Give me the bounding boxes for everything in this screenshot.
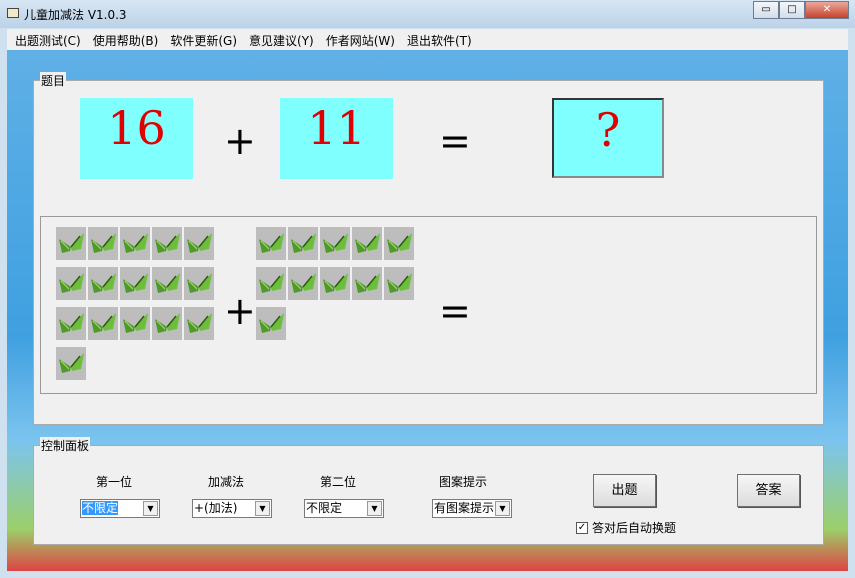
question-panel: 题目 16 + 11 = ? + = xyxy=(33,72,824,425)
menu-bar: 出题测试(C) 使用帮助(B) 软件更新(G) 意见建议(Y) 作者网站(W) … xyxy=(7,29,848,50)
butterfly-icon xyxy=(288,267,318,300)
butterfly-icon xyxy=(256,227,286,260)
butterfly-icon xyxy=(352,227,382,260)
dropdown-arrow-icon[interactable]: ▼ xyxy=(143,501,158,516)
butterfly-icon xyxy=(88,227,118,260)
menu-help[interactable]: 使用帮助(B) xyxy=(87,29,165,50)
butterfly-icon xyxy=(120,227,150,260)
first-digit-value: 不限定 xyxy=(82,501,119,515)
dropdown-arrow-icon[interactable]: ▼ xyxy=(367,501,382,516)
operation-label: 加减法 xyxy=(208,475,245,489)
butterfly-icon xyxy=(56,307,86,340)
generate-question-button[interactable]: 出题 xyxy=(593,474,656,507)
menu-quiz[interactable]: 出题测试(C) xyxy=(9,29,87,50)
second-digit-select[interactable]: 不限定 ▼ xyxy=(304,499,384,518)
butterfly-icon xyxy=(152,307,182,340)
butterfly-icon xyxy=(184,307,214,340)
maximize-button[interactable]: □ xyxy=(779,1,805,19)
title-bar: 儿童加减法 V1.0.3 ▭ □ ✕ xyxy=(0,0,855,28)
equals-sign: = xyxy=(439,119,471,163)
menu-website[interactable]: 作者网站(W) xyxy=(320,29,401,50)
first-number: 16 xyxy=(80,98,193,179)
show-answer-button[interactable]: 答案 xyxy=(737,474,800,507)
butterfly-icon xyxy=(320,227,350,260)
butterfly-icon xyxy=(184,227,214,260)
checkmark-icon[interactable]: ✓ xyxy=(576,521,588,534)
picture-hint-value: 有图案提示 xyxy=(434,501,495,515)
butterfly-icon xyxy=(384,267,414,300)
butterfly-icon xyxy=(56,227,86,260)
auto-next-label: 答对后自动换题 xyxy=(592,521,677,535)
menu-exit[interactable]: 退出软件(T) xyxy=(401,29,478,50)
second-digit-value: 不限定 xyxy=(306,501,343,515)
dropdown-arrow-icon[interactable]: ▼ xyxy=(255,501,270,516)
control-panel: 控制面板 第一位 不限定 ▼ 加减法 +(加法) ▼ 第二位 不限定 ▼ 图案提示 有… xyxy=(33,437,824,545)
first-digit-label: 第一位 xyxy=(96,475,133,489)
close-button[interactable]: ✕ xyxy=(805,1,849,19)
menu-update[interactable]: 软件更新(G) xyxy=(164,29,243,50)
butterfly-icon xyxy=(120,307,150,340)
butterfly-icon xyxy=(256,307,286,340)
second-digit-label: 第二位 xyxy=(320,475,357,489)
picture-operator: + xyxy=(224,289,256,333)
first-digit-select[interactable]: 不限定 ▼ xyxy=(80,499,160,518)
minimize-button[interactable]: ▭ xyxy=(753,1,779,19)
butterfly-icon xyxy=(384,227,414,260)
butterfly-icon xyxy=(120,267,150,300)
question-legend: 题目 xyxy=(40,72,67,89)
app-icon xyxy=(7,8,19,18)
butterfly-icon xyxy=(352,267,382,300)
butterfly-icon xyxy=(152,227,182,260)
picture-hint-area: + = xyxy=(40,216,817,394)
picture-hint-select[interactable]: 有图案提示 ▼ xyxy=(432,499,512,518)
picture-hint-label: 图案提示 xyxy=(439,475,488,489)
butterfly-icon xyxy=(56,267,86,300)
butterfly-icon xyxy=(256,267,286,300)
picture-equals: = xyxy=(439,289,471,333)
control-legend: 控制面板 xyxy=(40,437,91,454)
operator: + xyxy=(224,119,256,163)
butterfly-icon xyxy=(56,347,86,380)
operation-select[interactable]: +(加法) ▼ xyxy=(192,499,272,518)
butterfly-icon xyxy=(152,267,182,300)
second-number: 11 xyxy=(280,98,393,179)
butterfly-icon xyxy=(288,227,318,260)
menu-feedback[interactable]: 意见建议(Y) xyxy=(243,29,320,50)
dropdown-arrow-icon[interactable]: ▼ xyxy=(495,501,510,516)
butterfly-icon xyxy=(320,267,350,300)
operation-value: +(加法) xyxy=(194,501,238,515)
auto-next-checkbox[interactable]: ✓ 答对后自动换题 xyxy=(576,519,676,536)
butterfly-icon xyxy=(184,267,214,300)
butterfly-icon xyxy=(88,307,118,340)
answer-input[interactable]: ? xyxy=(552,98,664,178)
butterfly-icon xyxy=(88,267,118,300)
window-title: 儿童加减法 V1.0.3 xyxy=(24,8,127,22)
